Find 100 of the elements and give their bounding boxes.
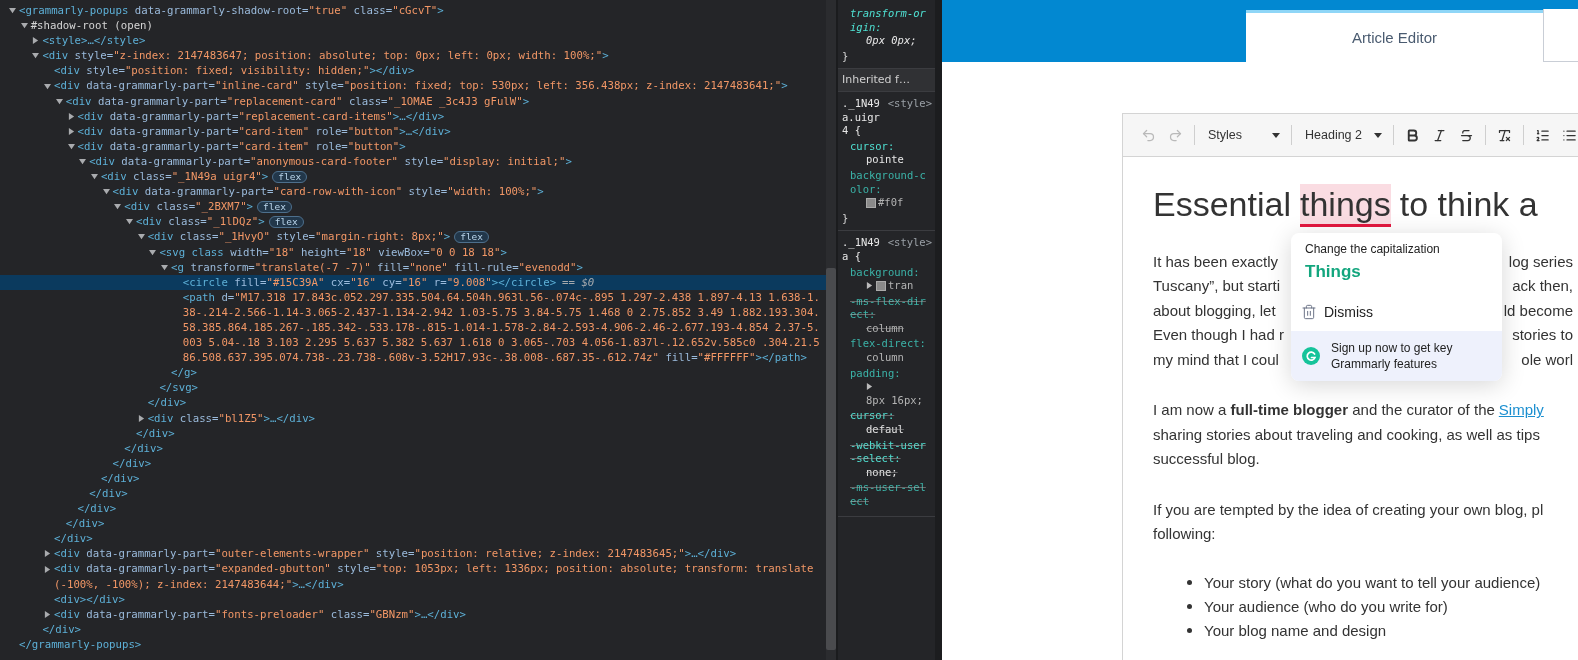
flex-badge[interactable]: flex: [272, 171, 308, 184]
code-line: </div>: [112, 455, 152, 471]
tree-row[interactable]: <div data-grammarly-part="outer-elements-wrapper" style="position: relative; z-index: 2147483645;">…</div>: [0, 546, 826, 562]
paragraph-text: about blogging, let: [1153, 301, 1276, 319]
color-swatch[interactable]: [876, 281, 886, 292]
tree-row[interactable]: <style>…</style>: [0, 33, 826, 49]
style-dropdown[interactable]: Styles: [1200, 121, 1286, 149]
tree-row[interactable]: <div></div>: [0, 591, 826, 607]
code-line: </div>: [65, 516, 105, 532]
strikethrough-icon: [1459, 127, 1474, 143]
tree-row[interactable]: <svg class width="18" height="18" viewBox="0 0 18 18">: [0, 244, 826, 260]
caret-right-icon[interactable]: [67, 112, 75, 120]
code-line: <div class="_1HvyO" style="margin-right: 8px;">: [147, 229, 451, 245]
source-link[interactable]: <style>: [887, 236, 932, 250]
caret-right-icon[interactable]: [67, 127, 75, 135]
caret-down-icon[interactable]: [55, 97, 63, 105]
code-line: <div style="position: fixed; visibility: hidden;"></div>: [54, 63, 415, 79]
tree-row[interactable]: <div class="_1lDQz"> flex: [0, 214, 826, 230]
caret-down-icon[interactable]: [90, 173, 98, 181]
tree-row[interactable]: <grammarly-popups data-grammarly-shadow-root="true" class="cGcvT">: [0, 3, 826, 19]
paragraph-text: stories to: [1512, 326, 1573, 344]
tree-row[interactable]: <div data-grammarly-part="card-item" role="button">…</div>: [0, 123, 826, 139]
css-property: cursor:: [850, 409, 895, 422]
code-line: <g transform="translate(-7 -7)" fill="none" fill-rule="evenodd">: [171, 259, 583, 275]
caret-down-icon[interactable]: [114, 203, 122, 211]
heading-text: Essential: [1153, 184, 1291, 225]
code-line: </div>: [77, 501, 117, 517]
css-property: background-color:: [850, 168, 926, 195]
tree-row[interactable]: <div class="_1HvyO" style="margin-right: 8px;"> flex: [0, 229, 826, 245]
code-line: <div data-grammarly-part="outer-elements-wrapper" style="position: relative; z-index: 2147483645;">…</div>: [54, 546, 737, 562]
code-line: <div class="_1N49a uigr4">: [100, 169, 269, 185]
caret-down-icon: [1272, 132, 1280, 138]
code-line: <div data-grammarly-part="fonts-preloader" class="GBNzm">…</div>: [54, 606, 466, 622]
paragraph-text: It has been exactly: [1153, 252, 1279, 270]
tree-row[interactable]: <div style="z-index: 2147483647; position: absolute; top: 0px; left: 0px; width: 100%;">: [0, 48, 826, 64]
code-line: <div data-grammarly-part="anonymous-card-footer" style="display: initial;">: [89, 153, 572, 170]
flex-badge[interactable]: flex: [454, 231, 490, 244]
caret-down-icon[interactable]: [126, 218, 133, 226]
tree-row[interactable]: <div style="position: fixed; visibility: hidden;"></div>: [0, 63, 826, 79]
caret-right-icon[interactable]: [44, 565, 52, 573]
css-value: defaul: [866, 423, 904, 437]
flagged-word[interactable]: things: [1299, 184, 1391, 227]
css-value: column: [866, 321, 904, 336]
expand-triangle-icon[interactable]: [866, 282, 873, 290]
css-property: -ms-flex-direct:: [850, 294, 926, 321]
caret-right-icon[interactable]: [44, 550, 52, 558]
caret-down-icon[interactable]: [9, 7, 16, 15]
source-link[interactable]: <style>: [887, 96, 932, 111]
caret-down-icon[interactable]: [137, 233, 145, 241]
css-value: pointe: [866, 153, 904, 167]
redo-icon: [1168, 127, 1183, 143]
code-line: <div class="_2BXM7">: [124, 199, 253, 215]
tree-row[interactable]: <div data-grammarly-part="replacement-card-items">…</div>: [0, 108, 826, 124]
caret-down-icon[interactable]: [149, 248, 157, 256]
tree-row[interactable]: <div data-grammarly-part="replacement-card" class="_1OMAE _3c4J3 gFulW">: [0, 93, 826, 109]
caret-right-icon[interactable]: [137, 414, 145, 422]
tree-row[interactable]: <div class="bl1Z5">…</div>: [0, 410, 826, 426]
caret-down-icon[interactable]: [102, 188, 110, 196]
promo-footer[interactable]: Sign up now to get key Grammarly features: [1291, 331, 1502, 381]
closing-brace: }: [842, 211, 850, 226]
link[interactable]: Simply: [1498, 401, 1544, 419]
caret-right-icon[interactable]: [32, 37, 40, 45]
css-value: 0px 0px;: [866, 34, 917, 48]
caret-down-icon: [1374, 132, 1382, 138]
scrollbar-thumb[interactable]: [826, 268, 836, 650]
dismiss-action[interactable]: Dismiss: [1324, 304, 1373, 320]
code-line: <style>…</style>: [42, 33, 146, 49]
expand-triangle-icon[interactable]: [866, 383, 873, 391]
tree-row[interactable]: <div data-grammarly-part="anonymous-card-footer" style="display: initial;">: [0, 153, 826, 170]
tree-row[interactable]: #shadow-root (open): [0, 18, 826, 34]
paragraph-text: log series: [1508, 252, 1573, 270]
tree-row[interactable]: <g transform="translate(-7 -7)" fill="none" fill-rule="evenodd">: [0, 259, 826, 275]
style-dropdown[interactable]: Heading 2: [1297, 121, 1388, 149]
caret-down-icon[interactable]: [44, 82, 52, 90]
css-property: flex-direct:: [850, 337, 926, 350]
tab[interactable]: Article Editor: [1246, 10, 1543, 62]
caret-right-icon[interactable]: [44, 610, 52, 618]
caret-down-icon[interactable]: [32, 52, 40, 60]
flex-badge[interactable]: flex: [257, 201, 292, 214]
code-line: </div>: [54, 531, 93, 547]
tree-row[interactable]: <div class="_2BXM7"> flex: [0, 199, 826, 215]
closing-brace: }: [842, 49, 850, 64]
caret-down-icon[interactable]: [161, 263, 169, 271]
flex-badge[interactable]: flex: [268, 216, 304, 229]
undo-icon: [1141, 127, 1156, 143]
code-line: </svg>: [159, 380, 198, 396]
code-line: </div>: [136, 425, 175, 441]
color-swatch[interactable]: [866, 198, 876, 209]
caret-down-icon[interactable]: [67, 142, 75, 150]
caret-down-icon[interactable]: [79, 158, 87, 165]
tree-row[interactable]: <div class="_1N49a uigr4"> flex: [0, 169, 826, 185]
css-value: tran: [888, 279, 914, 293]
caret-down-icon[interactable]: [20, 22, 28, 30]
tree-row[interactable]: <div data-grammarly-part="card-row-with-icon" style="width: 100%;">: [0, 184, 826, 200]
tree-row[interactable]: <div data-grammarly-part="card-item" role="button">: [0, 138, 826, 154]
tree-row[interactable]: <circle fill="#15C39A" cx="16" cy="16" r="9.008"></circle> == $0: [0, 274, 826, 290]
code-line: <div data-grammarly-part="replacement-card-items">…</div>: [77, 108, 445, 124]
code-line: <div class="bl1Z5">…</div>: [147, 410, 315, 426]
tree-row[interactable]: <div data-grammarly-part="fonts-preloader" class="GBNzm">…</div>: [0, 606, 826, 622]
list-item-text: Your blog name and design: [1204, 621, 1387, 639]
